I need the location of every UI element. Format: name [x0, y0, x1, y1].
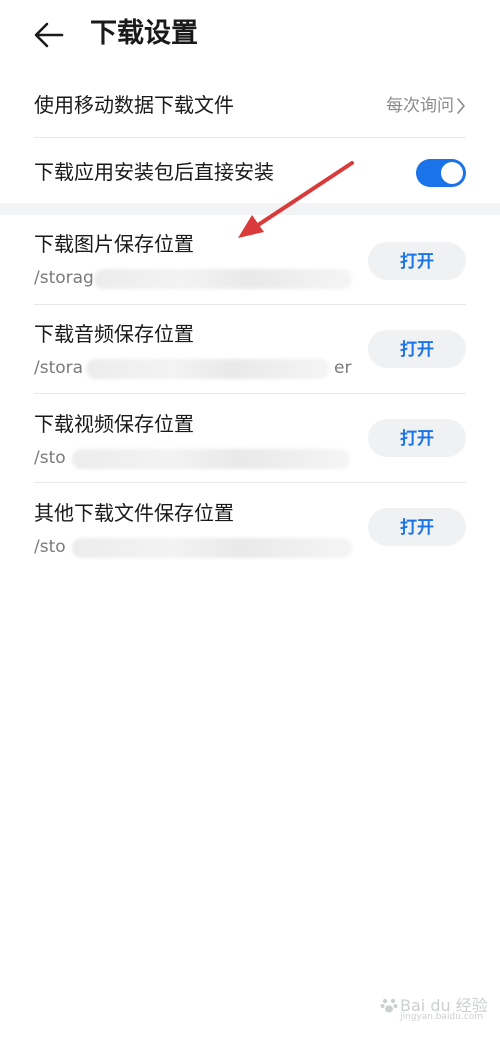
- open-images-location-button[interactable]: 打开: [368, 242, 466, 280]
- baidu-watermark: Bai du 经验 jingyan.baidu.com: [380, 990, 488, 1030]
- location-path: /sto: [34, 448, 66, 468]
- location-label: 下载视频保存位置: [34, 412, 194, 436]
- location-path-tail: er: [334, 358, 352, 378]
- chevron-right-icon: [457, 98, 465, 114]
- setting-row-mobile-data[interactable]: 使用移动数据下载文件 每次询问: [34, 90, 466, 122]
- setting-value: 每次询问: [386, 96, 454, 116]
- location-path: /storag: [34, 268, 94, 288]
- divider: [34, 482, 466, 483]
- location-row-audio: 下载音频保存位置 /stora er 打开: [34, 320, 466, 386]
- blurred-path: [94, 269, 352, 289]
- app-header: 下载设置: [0, 0, 500, 70]
- watermark-url: jingyan.baidu.com: [400, 1012, 484, 1022]
- auto-install-toggle[interactable]: [416, 159, 466, 187]
- blurred-path: [72, 538, 352, 558]
- divider: [34, 393, 466, 394]
- location-label: 其他下载文件保存位置: [34, 501, 234, 525]
- open-video-location-button[interactable]: 打开: [368, 419, 466, 457]
- location-label: 下载图片保存位置: [34, 232, 194, 256]
- blurred-path: [86, 359, 330, 379]
- location-path: /sto: [34, 537, 66, 557]
- back-arrow-icon[interactable]: [32, 18, 66, 52]
- page-title: 下载设置: [90, 18, 198, 49]
- location-row-video: 下载视频保存位置 /sto 打开: [34, 410, 466, 476]
- toggle-knob: [441, 162, 463, 184]
- open-audio-location-button[interactable]: 打开: [368, 330, 466, 368]
- location-path: /stora: [34, 358, 84, 378]
- location-label: 下载音频保存位置: [34, 322, 194, 346]
- paw-logo-icon: [380, 998, 398, 1013]
- open-other-location-button[interactable]: 打开: [368, 508, 466, 546]
- location-row-other: 其他下载文件保存位置 /sto 打开: [34, 499, 466, 565]
- divider: [34, 304, 466, 305]
- divider: [34, 137, 466, 138]
- setting-label: 使用移动数据下载文件: [34, 93, 234, 117]
- blurred-path: [72, 449, 350, 469]
- annotation-arrow-icon: [238, 161, 354, 238]
